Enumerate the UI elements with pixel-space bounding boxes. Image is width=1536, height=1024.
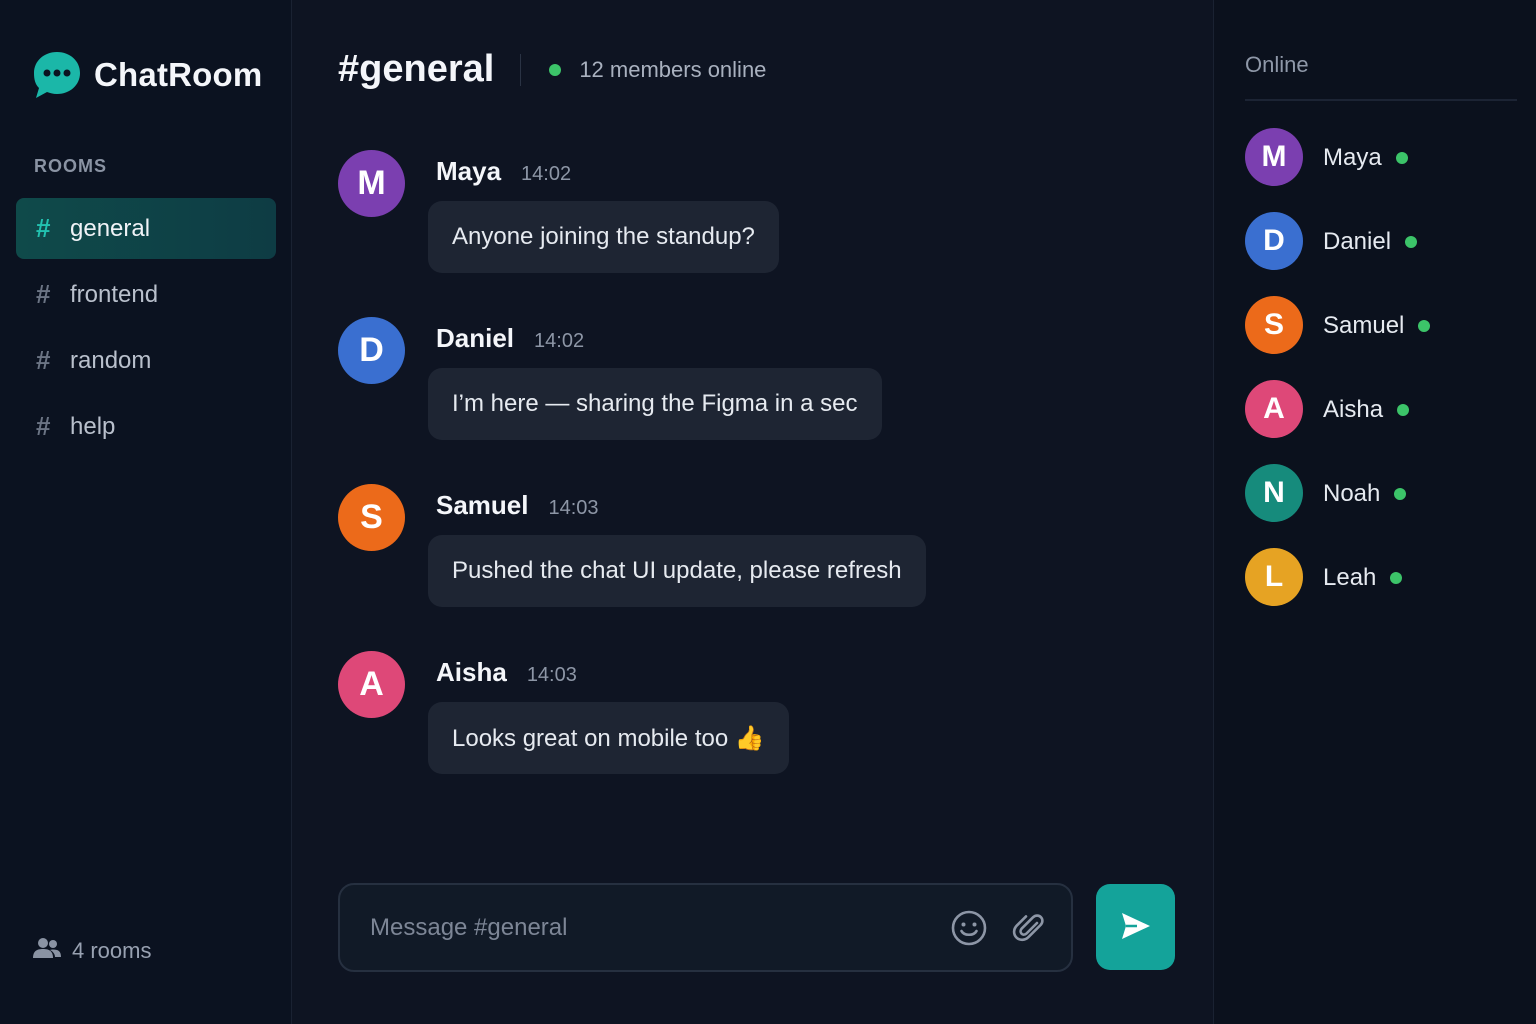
avatar: M [1245, 128, 1303, 186]
message-time: 14:02 [521, 163, 572, 185]
message-author[interactable]: Samuel [436, 490, 529, 521]
member-name: Daniel [1323, 228, 1392, 255]
online-status-dot [1390, 572, 1403, 584]
member-name: Aisha [1323, 396, 1384, 423]
message-list: M Maya 14:02 Anyone joining the standup?… [338, 150, 1178, 818]
chat-bubble-icon [32, 50, 82, 100]
message: M Maya 14:02 Anyone joining the standup? [338, 150, 1178, 317]
message-meta: Aisha 14:03 [436, 657, 577, 688]
sidebar: ChatRoom ROOMS # general # frontend # ra… [0, 0, 292, 1024]
message-author[interactable]: Maya [436, 156, 501, 187]
room-name: help [70, 412, 116, 440]
chat-main: #general 12 members online M Maya 14:02 … [292, 0, 1213, 1024]
message-author[interactable]: Aisha [436, 657, 507, 688]
room-name: random [70, 346, 152, 374]
member-name: Noah [1323, 480, 1381, 507]
rooms-count-label: 4 rooms [72, 937, 152, 963]
header-divider [520, 53, 522, 86]
message-time: 14:03 [548, 497, 599, 519]
message-bubble: Pushed the chat UI update, please refres… [428, 535, 926, 607]
rooms-count: 4 rooms [32, 936, 151, 965]
avatar[interactable]: M [338, 150, 405, 217]
brand[interactable]: ChatRoom [32, 50, 262, 100]
online-status-dot [1397, 404, 1410, 416]
member-item[interactable]: N Noah [1245, 464, 1515, 548]
message-author[interactable]: Daniel [436, 323, 514, 354]
message-meta: Daniel 14:02 [436, 323, 584, 354]
room-name: general [70, 214, 151, 242]
member-item[interactable]: S Samuel [1245, 296, 1515, 380]
avatar: D [1245, 212, 1303, 270]
member-item[interactable]: A Aisha [1245, 380, 1515, 464]
member-name: Maya [1323, 144, 1382, 171]
member-name: Samuel [1323, 312, 1405, 339]
message-bubble: Looks great on mobile too 👍 [428, 702, 789, 774]
channel-title: #general [338, 48, 495, 90]
avatar: L [1245, 548, 1303, 606]
app-title: ChatRoom [94, 56, 263, 93]
smiley-icon[interactable] [950, 909, 988, 947]
room-name: frontend [70, 280, 159, 308]
hash-icon: # [36, 345, 51, 375]
online-panel: Online M Maya D Daniel S Samuel A Aisha … [1213, 0, 1536, 1024]
member-item[interactable]: D Daniel [1245, 212, 1515, 296]
avatar: A [1245, 380, 1303, 438]
message: D Daniel 14:02 I’m here — sharing the Fi… [338, 317, 1178, 484]
member-item[interactable]: M Maya [1245, 128, 1515, 212]
member-name: Leah [1323, 564, 1377, 591]
online-divider [1245, 99, 1517, 101]
message-time: 14:02 [534, 330, 585, 352]
online-heading: Online [1245, 52, 1309, 77]
message-meta: Maya 14:02 [436, 156, 571, 187]
online-status-dot [1405, 236, 1418, 248]
message-bubble: Anyone joining the standup? [428, 201, 779, 273]
avatar: S [1245, 296, 1303, 354]
message-input[interactable] [370, 905, 930, 951]
avatar: N [1245, 464, 1303, 522]
message-bubble: I’m here — sharing the Figma in a sec [428, 368, 882, 440]
paperclip-icon[interactable] [1010, 909, 1048, 947]
room-item-random[interactable]: # random [16, 330, 276, 391]
room-item-help[interactable]: # help [16, 396, 276, 457]
room-item-frontend[interactable]: # frontend [16, 264, 276, 325]
message-meta: Samuel 14:03 [436, 490, 599, 521]
online-status-dot [1394, 488, 1407, 500]
room-item-general[interactable]: # general [16, 198, 276, 259]
avatar[interactable]: S [338, 484, 405, 551]
rooms-heading: ROOMS [34, 156, 108, 176]
online-status-dot [549, 63, 562, 76]
send-icon [1119, 909, 1153, 946]
hash-icon: # [36, 411, 51, 441]
avatar[interactable]: A [338, 651, 405, 718]
online-status-dot [1418, 320, 1431, 332]
send-button[interactable] [1096, 884, 1175, 970]
message: S Samuel 14:03 Pushed the chat UI update… [338, 484, 1178, 651]
hash-icon: # [36, 213, 51, 243]
message: A Aisha 14:03 Looks great on mobile too … [338, 651, 1178, 818]
online-member-list: M Maya D Daniel S Samuel A Aisha N Noah … [1245, 128, 1515, 632]
online-status-dot [1395, 152, 1408, 164]
message-time: 14:03 [526, 664, 577, 686]
channel-header: #general 12 members online [338, 48, 766, 91]
people-icon [32, 936, 62, 965]
hash-icon: # [36, 279, 51, 309]
message-composer [338, 883, 1073, 972]
member-item[interactable]: L Leah [1245, 548, 1515, 632]
room-list: # general # frontend # random # help [16, 198, 276, 462]
members-online-count[interactable]: 12 members online [579, 57, 766, 83]
avatar[interactable]: D [338, 317, 405, 384]
